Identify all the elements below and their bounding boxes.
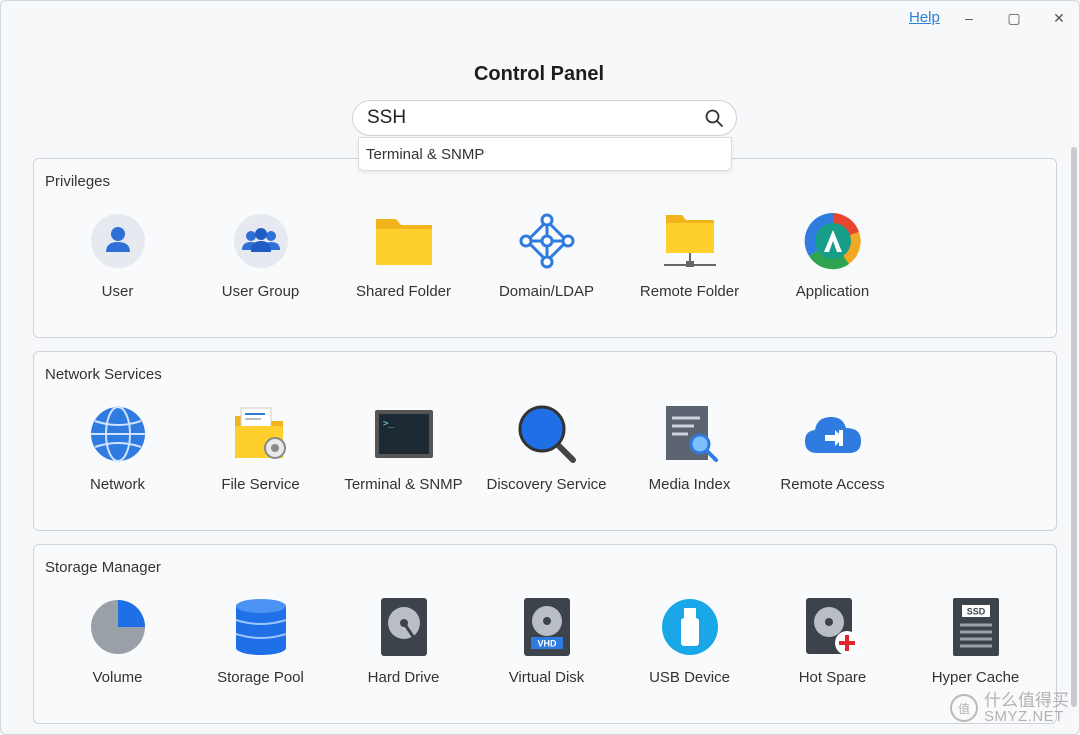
svg-text:>_: >_: [383, 419, 394, 429]
tile-usb-device[interactable]: USB Device: [618, 597, 761, 686]
tile-discovery-service[interactable]: Discovery Service: [475, 404, 618, 493]
watermark-site: SMYZ.NET: [984, 708, 1064, 725]
tile-user-group[interactable]: User Group: [189, 211, 332, 300]
tile-label: Volume: [92, 669, 143, 686]
tile-label: Domain/LDAP: [498, 283, 595, 300]
page-title: Control Panel: [473, 63, 604, 85]
svg-text:SSD: SSD: [966, 607, 985, 617]
tile-label: File Service: [221, 476, 300, 493]
user-icon: [90, 214, 145, 268]
domain-ldap-icon: [519, 213, 574, 269]
tile-label: Remote Access: [780, 476, 885, 493]
tile-label: Media Index: [648, 476, 731, 493]
tile-label: Hot Spare: [798, 669, 867, 686]
tile-label: User: [101, 283, 134, 300]
storage-pool-icon: [235, 599, 286, 655]
tile-terminal-snmp[interactable]: >_ Terminal & SNMP: [332, 404, 475, 493]
tile-label: User Group: [221, 283, 300, 300]
tile-virtual-disk[interactable]: VHD Virtual Disk: [475, 597, 618, 686]
tile-label: Remote Folder: [639, 283, 740, 300]
watermark: 值 什么值得买 SMYZ.NET: [950, 692, 1069, 724]
tile-label: Shared Folder: [355, 283, 452, 300]
tile-hot-spare[interactable]: Hot Spare: [761, 597, 904, 686]
watermark-brand: 什么值得买: [984, 691, 1069, 710]
hot-spare-icon: [805, 598, 859, 655]
usb-device-icon: [661, 599, 718, 655]
search-suggestion[interactable]: Terminal & SNMP: [358, 137, 732, 171]
section-title: Storage Manager: [45, 559, 161, 576]
file-service-icon: [234, 407, 286, 459]
tile-label: Discovery Service: [486, 476, 607, 493]
tile-label: Application: [795, 283, 870, 300]
search-icon[interactable]: [704, 108, 724, 128]
shared-folder-icon: [375, 219, 432, 265]
tile-file-service[interactable]: File Service: [189, 404, 332, 493]
tile-shared-folder[interactable]: Shared Folder: [332, 211, 475, 300]
search-input[interactable]: [367, 107, 704, 129]
help-link[interactable]: Help: [909, 9, 940, 26]
tile-domain-ldap[interactable]: Domain/LDAP: [475, 211, 618, 300]
tile-label: Hard Drive: [367, 669, 440, 686]
section-privileges: Privileges User User Group Shared Folder…: [33, 158, 1057, 338]
virtual-disk-icon: VHD: [523, 598, 570, 656]
tile-remote-folder[interactable]: Remote Folder: [618, 211, 761, 300]
tile-storage-pool[interactable]: Storage Pool: [189, 597, 332, 686]
tile-label: Virtual Disk: [508, 669, 585, 686]
volume-pie-icon: [90, 600, 145, 654]
svg-text:VHD: VHD: [537, 639, 557, 649]
user-group-icon: [233, 214, 288, 268]
section-network-services: Network Services Network File Service >_…: [33, 351, 1057, 531]
discovery-magnifier-icon: [518, 405, 576, 463]
remote-folder-icon: [663, 215, 716, 267]
remote-access-cloud-icon: [804, 417, 861, 453]
maximize-button[interactable]: ▢: [1004, 9, 1024, 27]
tile-volume[interactable]: Volume: [46, 597, 189, 686]
tile-network[interactable]: Network: [46, 404, 189, 493]
application-icon: [804, 212, 861, 270]
hyper-cache-ssd-icon: SSD: [952, 598, 999, 656]
tile-media-index[interactable]: Media Index: [618, 404, 761, 493]
tile-label: Terminal & SNMP: [344, 476, 463, 493]
tile-label: Network: [89, 476, 145, 493]
tile-remote-access[interactable]: Remote Access: [761, 404, 904, 493]
control-panel-window: Help – ▢ ✕ Control Panel Terminal & SNMP…: [0, 0, 1080, 735]
title-bar: Help – ▢ ✕: [1, 1, 1079, 37]
hard-drive-icon: [380, 598, 427, 656]
tile-hyper-cache[interactable]: SSD Hyper Cache: [904, 597, 1047, 686]
section-title: Network Services: [45, 366, 162, 383]
tile-label: USB Device: [649, 669, 730, 686]
watermark-logo: 值: [950, 694, 978, 722]
media-index-icon: [665, 406, 718, 462]
terminal-icon: >_: [374, 410, 433, 458]
section-storage-manager: Storage Manager Volume Storage Pool Hard…: [33, 544, 1057, 724]
close-button[interactable]: ✕: [1049, 9, 1069, 27]
tile-user[interactable]: User: [46, 211, 189, 300]
tile-label: Hyper Cache: [931, 669, 1020, 686]
minimize-button[interactable]: –: [959, 9, 979, 27]
section-title: Privileges: [45, 173, 111, 190]
network-globe-icon: [90, 406, 145, 462]
scrollbar[interactable]: [1071, 147, 1077, 707]
tile-application[interactable]: Application: [761, 211, 904, 300]
tile-hard-drive[interactable]: Hard Drive: [332, 597, 475, 686]
search-box: [352, 100, 737, 136]
tile-label: Storage Pool: [217, 669, 304, 686]
